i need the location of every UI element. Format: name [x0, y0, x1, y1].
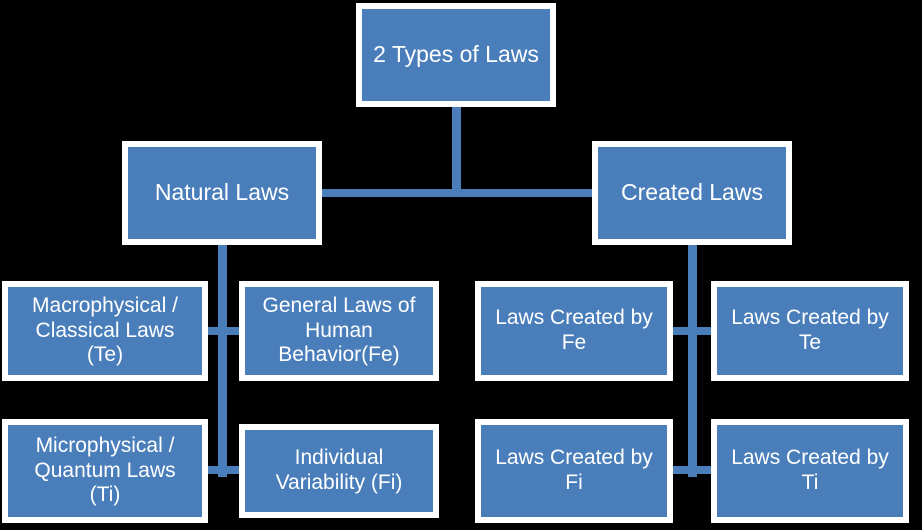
node-macrophysical-classical-laws[interactable]: Macrophysical / Classical Laws (Te)	[2, 281, 208, 381]
node-label: Laws Created by Te	[731, 306, 889, 354]
node-label: Macrophysical / Classical Laws (Te)	[32, 293, 178, 367]
connector-root-to-bar	[452, 104, 461, 196]
node-label: Natural Laws	[154, 179, 290, 206]
node-label: Individual Variability (Fi)	[275, 446, 403, 494]
node-2-types-of-laws[interactable]: 2 Types of Laws	[356, 3, 556, 107]
diagram-canvas: 2 Types of Laws Natural Laws Created Law…	[0, 0, 922, 530]
node-label: 2 Types of Laws	[373, 41, 539, 68]
node-microphysical-quantum-laws[interactable]: Microphysical / Quantum Laws (Ti)	[2, 419, 208, 523]
node-label: Laws Created by Fi	[495, 446, 653, 494]
node-label: General Laws of Human Behavior(Fe)	[262, 293, 416, 367]
node-label: Laws Created by Fe	[495, 306, 653, 354]
node-individual-variability[interactable]: Individual Variability (Fi)	[239, 424, 439, 518]
node-laws-created-by-ti[interactable]: Laws Created by Ti	[711, 419, 909, 523]
node-label: Created Laws	[621, 179, 763, 206]
node-laws-created-by-fe[interactable]: Laws Created by Fe	[475, 281, 673, 381]
node-natural-laws[interactable]: Natural Laws	[122, 141, 322, 245]
connector-horizontal-main	[318, 189, 598, 197]
connector-natural-trunk	[218, 242, 227, 477]
node-created-laws[interactable]: Created Laws	[592, 141, 792, 245]
node-general-laws-of-human-behavior[interactable]: General Laws of Human Behavior(Fe)	[239, 281, 439, 381]
node-label: Microphysical / Quantum Laws (Ti)	[34, 433, 176, 507]
node-laws-created-by-fi[interactable]: Laws Created by Fi	[475, 419, 673, 523]
connector-created-trunk	[688, 242, 697, 477]
node-label: Laws Created by Ti	[731, 446, 889, 494]
node-laws-created-by-te[interactable]: Laws Created by Te	[711, 281, 909, 381]
